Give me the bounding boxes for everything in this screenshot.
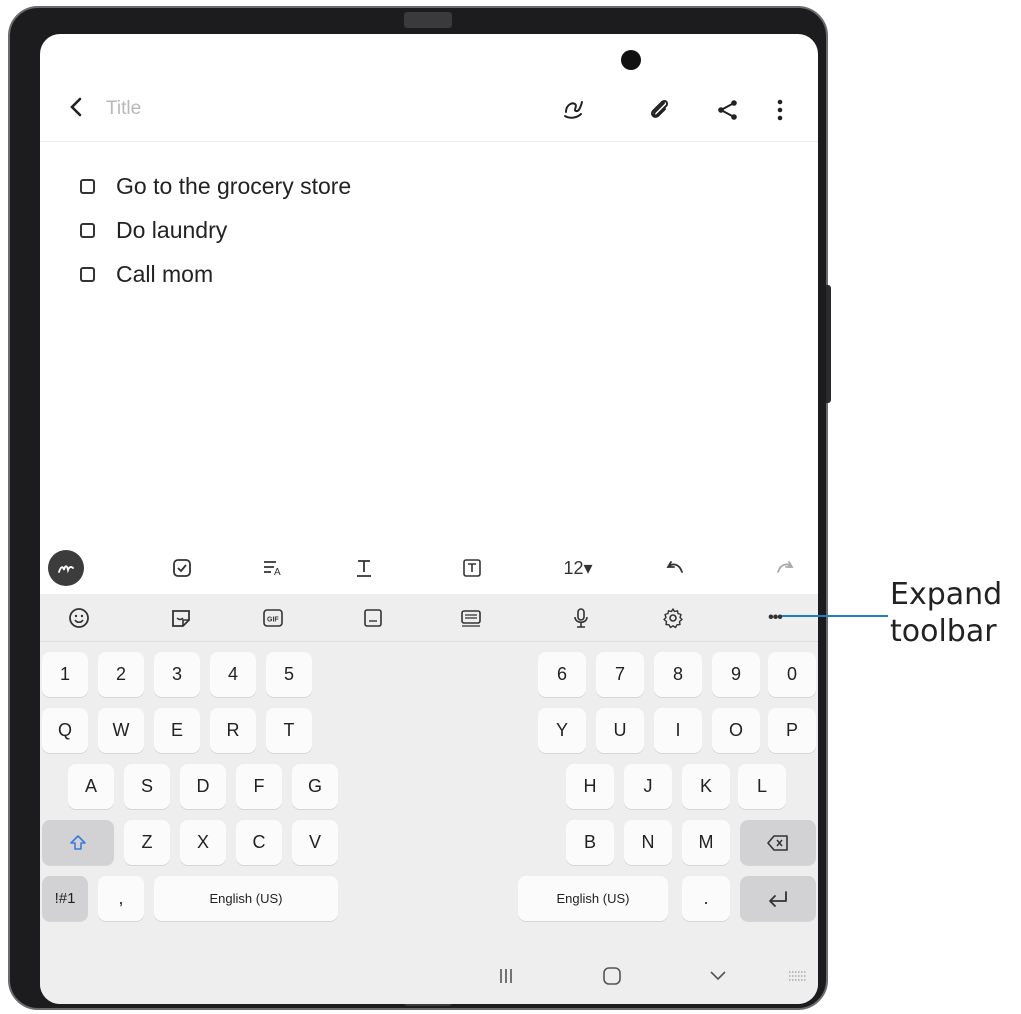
key-v[interactable]: V xyxy=(292,820,338,865)
callout-line xyxy=(782,615,888,617)
phone-frame: Title Go to the grocery store Do laundry… xyxy=(8,6,828,1010)
key-5[interactable]: 5 xyxy=(266,652,312,697)
enter-key[interactable] xyxy=(740,876,816,921)
emoji-icon[interactable] xyxy=(62,602,96,634)
title-field[interactable]: Title xyxy=(106,98,141,120)
svg-text:A: A xyxy=(274,567,281,578)
clipboard-icon[interactable] xyxy=(356,602,390,634)
key-r[interactable]: R xyxy=(210,708,256,753)
key-k[interactable]: K xyxy=(682,764,730,809)
key-e[interactable]: E xyxy=(154,708,200,753)
hinge-top xyxy=(404,12,452,28)
key-x[interactable]: X xyxy=(180,820,226,865)
font-size-selector[interactable]: 12▾ xyxy=(554,550,602,586)
shift-icon xyxy=(70,834,86,850)
sticker-icon[interactable] xyxy=(164,602,198,634)
format-toolbar: A 12▾ xyxy=(40,542,818,594)
handwriting-icon[interactable] xyxy=(556,92,592,128)
svg-text:GIF: GIF xyxy=(267,617,279,624)
callout-label-line2: toolbar xyxy=(890,614,997,649)
checklist: Go to the grocery store Do laundry Call … xyxy=(80,164,351,296)
checklist-item-text[interactable]: Go to the grocery store xyxy=(116,173,351,200)
hide-keyboard-icon[interactable] xyxy=(698,960,738,992)
key-b[interactable]: B xyxy=(566,820,614,865)
comma-key[interactable]: , xyxy=(98,876,144,921)
key-h[interactable]: H xyxy=(566,764,614,809)
key-f[interactable]: F xyxy=(236,764,282,809)
gif-icon[interactable]: GIF xyxy=(256,602,290,634)
checklist-item[interactable]: Go to the grocery store xyxy=(80,164,351,208)
period-key[interactable]: . xyxy=(682,876,730,921)
checklist-item-text[interactable]: Call mom xyxy=(116,261,213,288)
key-m[interactable]: M xyxy=(682,820,730,865)
symbols-key[interactable]: !#1 xyxy=(42,876,88,921)
callout-label-line1: Expand xyxy=(890,577,1003,612)
key-6[interactable]: 6 xyxy=(538,652,586,697)
keyboard-toolbar: GIF ••• xyxy=(40,594,818,642)
shift-key[interactable] xyxy=(42,820,114,865)
home-icon[interactable] xyxy=(592,960,632,992)
key-j[interactable]: J xyxy=(624,764,672,809)
paragraph-style-icon[interactable]: A xyxy=(256,550,292,586)
textbox-icon[interactable] xyxy=(454,550,490,586)
text-style-icon[interactable] xyxy=(346,550,382,586)
key-i[interactable]: I xyxy=(654,708,702,753)
backspace-icon xyxy=(767,834,788,851)
space-key-left[interactable]: English (US) xyxy=(154,876,338,921)
checkbox[interactable] xyxy=(80,266,95,282)
key-d[interactable]: D xyxy=(180,764,226,809)
pen-mode-icon[interactable] xyxy=(48,550,84,586)
key-p[interactable]: P xyxy=(768,708,816,753)
screen: Title Go to the grocery store Do laundry… xyxy=(40,34,818,1004)
key-s[interactable]: S xyxy=(124,764,170,809)
key-a[interactable]: A xyxy=(68,764,114,809)
key-0[interactable]: 0 xyxy=(768,652,816,697)
key-2[interactable]: 2 xyxy=(98,652,144,697)
attach-icon[interactable] xyxy=(642,92,678,128)
key-w[interactable]: W xyxy=(98,708,144,753)
keyboard: GIF ••• 1 2 3 4 5 6 7 8 9 0 Q W E R T Y … xyxy=(40,594,818,1004)
backspace-key[interactable] xyxy=(740,820,816,865)
key-3[interactable]: 3 xyxy=(154,652,200,697)
checkbox[interactable] xyxy=(80,222,95,238)
key-z[interactable]: Z xyxy=(124,820,170,865)
navigation-bar xyxy=(40,948,818,1004)
keyboard-switch-icon[interactable] xyxy=(778,960,818,992)
checklist-item[interactable]: Call mom xyxy=(80,252,351,296)
share-icon[interactable] xyxy=(710,92,746,128)
undo-icon[interactable] xyxy=(658,550,694,586)
key-1[interactable]: 1 xyxy=(42,652,88,697)
key-q[interactable]: Q xyxy=(42,708,88,753)
back-icon[interactable] xyxy=(62,94,92,124)
key-l[interactable]: L xyxy=(738,764,786,809)
callout-label: Expand toolbar xyxy=(890,576,1002,650)
app-bar: Title xyxy=(40,84,818,142)
front-camera xyxy=(621,50,641,70)
checkbox[interactable] xyxy=(80,178,95,194)
settings-icon[interactable] xyxy=(656,602,690,634)
key-u[interactable]: U xyxy=(596,708,644,753)
key-9[interactable]: 9 xyxy=(712,652,760,697)
checklist-item[interactable]: Do laundry xyxy=(80,208,351,252)
key-4[interactable]: 4 xyxy=(210,652,256,697)
redo-icon[interactable] xyxy=(766,550,802,586)
checklist-item-text[interactable]: Do laundry xyxy=(116,217,227,244)
recent-apps-icon[interactable] xyxy=(486,960,526,992)
more-options-icon[interactable] xyxy=(762,92,798,128)
checkbox-icon[interactable] xyxy=(164,550,200,586)
space-key-right[interactable]: English (US) xyxy=(518,876,668,921)
enter-icon xyxy=(769,890,787,907)
key-7[interactable]: 7 xyxy=(596,652,644,697)
expand-toolbar-icon[interactable]: ••• xyxy=(758,602,792,634)
side-button xyxy=(826,285,831,403)
key-8[interactable]: 8 xyxy=(654,652,702,697)
key-o[interactable]: O xyxy=(712,708,760,753)
keyboard-mode-icon[interactable] xyxy=(454,602,488,634)
key-y[interactable]: Y xyxy=(538,708,586,753)
key-c[interactable]: C xyxy=(236,820,282,865)
key-g[interactable]: G xyxy=(292,764,338,809)
microphone-icon[interactable] xyxy=(564,602,598,634)
key-n[interactable]: N xyxy=(624,820,672,865)
key-t[interactable]: T xyxy=(266,708,312,753)
